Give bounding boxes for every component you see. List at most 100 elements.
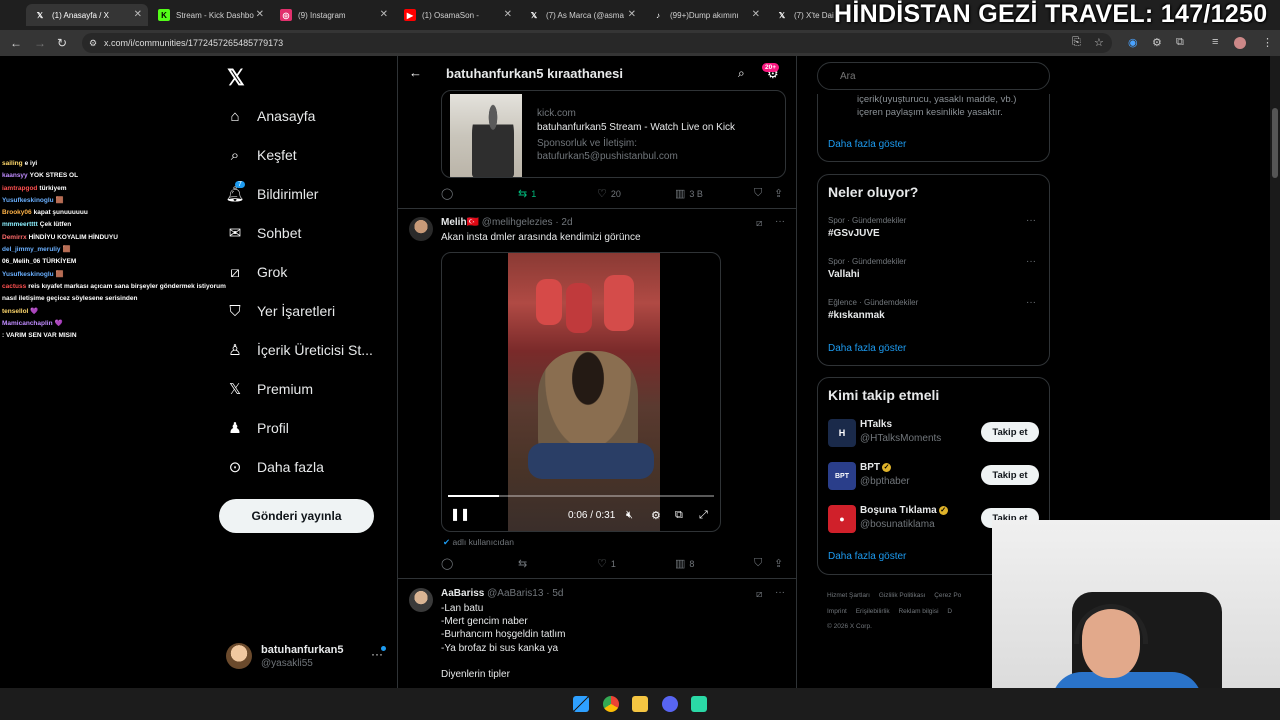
account-name-row[interactable]: Boşuna Tıklama ✓	[860, 505, 948, 516]
back-arrow-icon[interactable]: ←	[409, 65, 422, 80]
views-button[interactable]: ▥ 8	[675, 557, 694, 570]
grok-icon[interactable]: ⧄	[756, 589, 762, 600]
video-player[interactable]: ❚❚ 0:06 / 0:31 🔇︎ ⚙ ⧉ ⤢	[441, 252, 721, 532]
account-switcher[interactable]: batuhanfurkan5 @yasakli55 ···	[226, 641, 391, 675]
site-info-icon[interactable]: ⚙	[89, 33, 97, 53]
forward-icon[interactable]: →	[34, 36, 46, 50]
like-button[interactable]: ♡ 20	[597, 187, 621, 200]
scrollbar-thumb[interactable]	[1272, 108, 1278, 178]
browser-tab[interactable]: ◎ (9) Instagram ✕	[272, 4, 394, 26]
star-icon[interactable]: ☆	[1094, 36, 1104, 49]
mute-icon[interactable]: 🔇︎	[626, 509, 633, 522]
sidebar-item-premium[interactable]: 𝕏 Premium	[226, 374, 313, 404]
install-icon[interactable]: ⎘	[1072, 36, 1081, 49]
avatar[interactable]: BPT	[828, 462, 856, 490]
show-more-link[interactable]: Daha fazla göster	[828, 343, 906, 354]
share-button[interactable]: ⇪	[774, 187, 783, 200]
more-icon[interactable]: ···	[1026, 215, 1036, 226]
views-button[interactable]: ▥ 3 B	[675, 187, 703, 200]
search-icon[interactable]: ⌕	[738, 66, 745, 81]
footer-link[interactable]: Imprint	[827, 608, 847, 615]
close-icon[interactable]: ✕	[256, 9, 264, 20]
search-input[interactable]	[817, 62, 1050, 90]
x-logo-icon[interactable]: 𝕏	[227, 65, 245, 91]
bookmark-button[interactable]: ⛉	[754, 187, 762, 200]
bookmark-button[interactable]: ⛉	[754, 557, 762, 570]
discord-icon[interactable]	[662, 696, 678, 712]
footer-link[interactable]: D	[947, 608, 952, 615]
fullscreen-icon[interactable]: ⤢	[699, 509, 708, 522]
app-icon[interactable]	[691, 696, 707, 712]
link-preview-card[interactable]: kick.com batuhanfurkan5 Stream - Watch L…	[441, 90, 786, 178]
footer-link[interactable]: Gizlilik Politikası	[879, 592, 926, 599]
browser-tab[interactable]: 𝕏 (7) X'te Daily	[768, 4, 834, 26]
trend-name[interactable]: #GSvJUVE	[828, 228, 880, 239]
avatar[interactable]	[409, 217, 433, 241]
browser-tab[interactable]: ♪ (99+)Dump akımını ✕	[644, 4, 766, 26]
more-icon[interactable]: ···	[1026, 297, 1036, 308]
puzzle-icon[interactable]: ⧉	[1176, 36, 1184, 49]
more-icon[interactable]: ···	[1026, 256, 1036, 267]
trend-name[interactable]: Vallahi	[828, 269, 860, 280]
pause-icon[interactable]: ❚❚	[450, 507, 470, 521]
show-more-link[interactable]: Daha fazla göster	[828, 551, 906, 562]
browser-tab[interactable]: 𝕏 (7) As Marca (@asma ✕	[520, 4, 642, 26]
close-icon[interactable]: ✕	[628, 9, 636, 20]
sidebar-item-bookmarks[interactable]: ⛉ Yer İşaretleri	[226, 296, 335, 326]
sidebar-item-profile[interactable]: ♟ Profil	[226, 413, 289, 443]
avatar[interactable]: ●	[828, 505, 856, 533]
retweet-button[interactable]: ⇆ 1	[518, 187, 536, 200]
account-name[interactable]: HTalks	[860, 419, 892, 430]
extension-icon[interactable]: ◉	[1128, 36, 1138, 49]
avatar[interactable]: H	[828, 419, 856, 447]
follow-button[interactable]: Takip et	[981, 422, 1039, 442]
sidebar-item-notifications[interactable]: 🔔︎ 7 Bildirimler	[225, 179, 318, 209]
sidebar-item-grok[interactable]: ⧄ Grok	[226, 257, 287, 287]
trend-name[interactable]: #kıskanmak	[828, 310, 885, 321]
extension-icon[interactable]: ⚙	[1152, 36, 1162, 49]
more-icon[interactable]: ···	[775, 216, 785, 227]
gear-icon[interactable]: ⚙	[651, 509, 661, 522]
sidebar-item-creator-studio[interactable]: ♙ İçerik Üreticisi St...	[226, 335, 373, 365]
show-more-link[interactable]: Daha fazla göster	[828, 139, 906, 150]
browser-tab[interactable]: ▶ (1) OsamaSon - ✕	[396, 4, 518, 26]
close-icon[interactable]: ✕	[134, 9, 142, 20]
browser-tab[interactable]: K Stream - Kick Dashbo ✕	[150, 4, 270, 26]
retweet-button[interactable]: ⇆	[518, 557, 527, 570]
footer-link[interactable]: Hizmet Şartları	[827, 592, 870, 599]
picture-in-picture-icon[interactable]: ⧉	[675, 509, 683, 522]
sidebar-item-explore[interactable]: ⌕ Keşfet	[226, 140, 297, 170]
post-button[interactable]: Gönderi yayınla	[219, 499, 374, 533]
menu-icon[interactable]: ≡	[1212, 36, 1218, 48]
follow-button[interactable]: Takip et	[981, 465, 1039, 485]
reply-button[interactable]: ◯	[441, 187, 453, 200]
close-icon[interactable]: ✕	[504, 9, 512, 20]
reply-button[interactable]: ◯	[441, 557, 453, 570]
footer-link[interactable]: Reklam bilgisi	[898, 608, 938, 615]
footer-link[interactable]: Erişilebilirlik	[856, 608, 890, 615]
chrome-icon[interactable]	[603, 696, 619, 712]
tweet-author[interactable]: Melih🇹🇷 @melihgelezies · 2d	[441, 217, 573, 228]
video-progress-bar[interactable]	[448, 495, 714, 497]
back-icon[interactable]: ←	[10, 36, 22, 50]
sidebar-item-more[interactable]: ⊙ Daha fazla	[226, 452, 324, 482]
close-icon[interactable]: ✕	[752, 9, 760, 20]
kebab-menu-icon[interactable]: ⋮	[1262, 36, 1273, 49]
folder-icon[interactable]	[632, 696, 648, 712]
like-button[interactable]: ♡ 1	[597, 557, 616, 570]
account-name-row[interactable]: BPT ✓	[860, 462, 891, 473]
close-icon[interactable]: ✕	[380, 9, 388, 20]
tweet-author[interactable]: AaBariss @AaBaris13 · 5d	[441, 588, 563, 599]
browser-tab[interactable]: 𝕏 (1) Anasayfa / X ✕	[26, 4, 148, 26]
sidebar-item-home[interactable]: ⌂ Anasayfa	[226, 101, 315, 131]
avatar[interactable]	[409, 588, 433, 612]
windows-start-icon[interactable]	[573, 696, 589, 712]
more-icon[interactable]: ···	[775, 587, 785, 598]
share-button[interactable]: ⇪	[774, 557, 783, 570]
reload-icon[interactable]: ↻	[57, 36, 67, 50]
grok-icon[interactable]: ⧄	[756, 218, 762, 229]
footer-link[interactable]: Çerez Po	[934, 592, 961, 599]
sidebar-item-chat[interactable]: ✉ Sohbet	[226, 218, 302, 248]
profile-avatar-icon[interactable]	[1234, 37, 1246, 49]
address-bar[interactable]: ⚙ x.com/i/communities/177245726548577917…	[82, 33, 1112, 53]
